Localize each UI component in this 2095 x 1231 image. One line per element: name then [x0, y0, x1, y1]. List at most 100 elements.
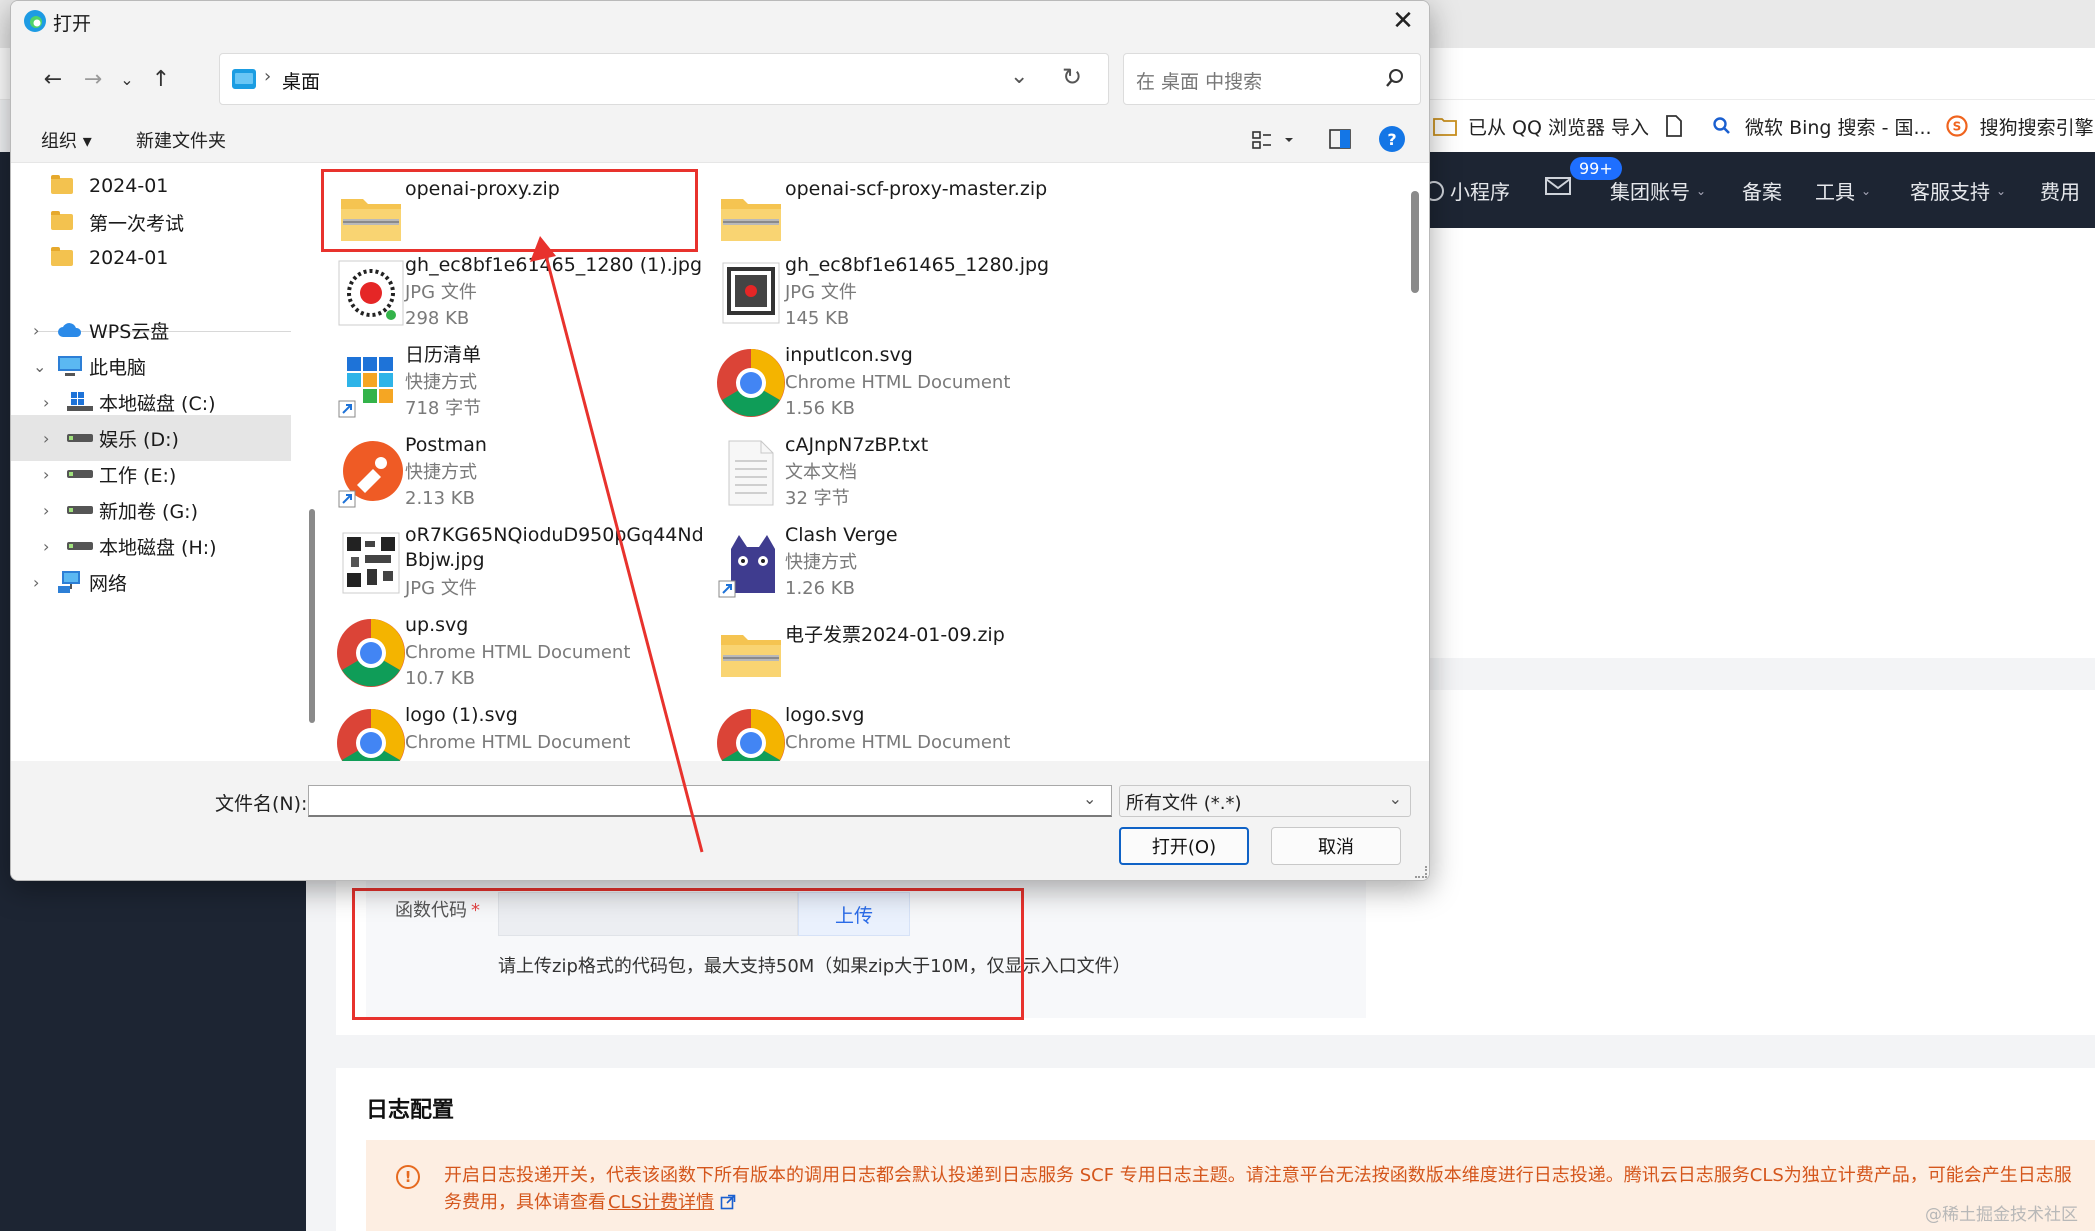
nav-support[interactable]: 客服支持 ⌄ — [1910, 176, 2006, 205]
nav-tools[interactable]: 工具 ⌄ — [1815, 176, 1871, 205]
open-file-dialog: 打开 ✕ ← → ⌄ ↑ › 桌面 ⌄ ↻ 在 桌面 中搜索 组织 ▾ 新建文件… — [10, 0, 1430, 881]
chrome-icon — [717, 709, 785, 761]
cancel-button[interactable]: 取消 — [1271, 827, 1401, 865]
file-type: 快捷方式 — [405, 462, 477, 483]
search-input[interactable]: 在 桌面 中搜索 — [1123, 53, 1421, 105]
bookmark-label: 已从 QQ 浏览器 导入 — [1468, 116, 1650, 139]
nav-mail[interactable] — [1545, 176, 1571, 196]
bookmark-document[interactable] — [1661, 115, 1697, 137]
file-item-postman[interactable]: Postman 快捷方式 2.13 KB — [321, 433, 701, 515]
watermark: @稀土掘金技术社区 — [1925, 1205, 2078, 1225]
cloud-icon — [58, 323, 82, 337]
file-name: inputIcon.svg — [785, 344, 913, 366]
folder-icon — [51, 211, 73, 230]
help-icon[interactable]: ? — [1379, 126, 1405, 152]
nav-item-label: 网络 — [89, 572, 128, 595]
chrome-icon — [337, 709, 405, 761]
file-item-clash-verge[interactable]: Clash Verge 快捷方式 1.26 KB — [701, 523, 1081, 605]
file-item-openai-scf-proxy-master-zip[interactable]: openai-scf-proxy-master.zip — [701, 177, 1081, 259]
file-name: gh_ec8bf1e61465_1280 (1).jpg — [405, 254, 703, 276]
nav-billing[interactable]: 费用 — [2040, 176, 2080, 205]
drive-icon — [67, 470, 93, 478]
zip-folder-icon — [721, 199, 781, 241]
file-item-calendar[interactable]: 日历清单 快捷方式 718 字节 — [321, 343, 701, 425]
dialog-title: 打开 — [53, 13, 92, 35]
search-placeholder: 在 桌面 中搜索 — [1136, 71, 1263, 93]
file-type-filter[interactable]: 所有文件 (*.*) ⌄ — [1119, 785, 1411, 817]
open-button[interactable]: 打开(O) — [1119, 827, 1249, 865]
file-item-inputicon-svg[interactable]: inputIcon.svg Chrome HTML Document 1.56 … — [701, 343, 1081, 425]
nav-label: 费用 — [2040, 180, 2080, 204]
close-icon: ✕ — [1392, 6, 1414, 36]
file-item-invoice-zip[interactable]: 电子发票2024-01-09.zip — [701, 613, 1081, 695]
file-item-logo-svg[interactable]: logo.svg Chrome HTML Document — [701, 703, 1081, 761]
chevron-right-icon[interactable]: › — [43, 393, 49, 412]
chevron-right-icon[interactable]: › — [33, 321, 39, 340]
dialog-navbar: ← → ⌄ ↑ › 桌面 ⌄ ↻ 在 桌面 中搜索 — [11, 41, 1429, 117]
filename-input[interactable] — [308, 785, 1112, 817]
chevron-right-icon[interactable]: › — [43, 465, 49, 484]
mail-icon — [1545, 177, 1571, 195]
bookmarks-bar: 已从 QQ 浏览器 导入 微软 Bing 搜索 - 国... S 搜狗搜索引擎 … — [1420, 100, 2095, 152]
file-name: 日历清单 — [405, 344, 482, 366]
organize-menu[interactable]: 组织 ▾ — [41, 127, 92, 153]
nav-item-label: WPS云盘 — [89, 320, 170, 343]
chrome-icon — [717, 349, 785, 417]
file-size: 32 字节 — [785, 488, 850, 509]
nav-filing[interactable]: 备案 — [1742, 176, 1782, 205]
new-folder-button[interactable]: 新建文件夹 — [136, 127, 226, 153]
preview-pane-icon[interactable] — [1329, 129, 1351, 149]
notification-badge: 99+ — [1570, 157, 1622, 180]
external-link-icon — [720, 1194, 736, 1210]
navigation-pane: 2024-01 第一次考试 2024-01 › WPS云盘 ⌄ 此电脑 › 本地… — [11, 163, 315, 761]
folder-icon — [1432, 115, 1458, 137]
nav-scrollbar[interactable] — [309, 509, 315, 723]
nav-item-label: 本地磁盘 (H:) — [99, 536, 217, 559]
nav-group-account[interactable]: 集团账号 ⌄ — [1610, 176, 1706, 205]
bookmark-qq-import[interactable]: 已从 QQ 浏览器 导入 — [1432, 113, 1649, 140]
chevron-right-icon[interactable]: › — [33, 573, 39, 592]
nav-label: 工具 — [1815, 180, 1855, 204]
up-button[interactable]: ↑ — [141, 59, 181, 99]
nav-mini-program[interactable]: 小程序 — [1424, 176, 1510, 205]
file-type: JPG 文件 — [785, 282, 857, 303]
refresh-icon[interactable]: ↻ — [1062, 63, 1082, 91]
file-type: Chrome HTML Document — [785, 732, 1011, 753]
file-item-gh-jpg-1[interactable]: gh_ec8bf1e61465_1280 (1).jpg JPG 文件 298 … — [321, 253, 702, 335]
bookmark-bing[interactable]: 微软 Bing 搜索 - 国... — [1709, 113, 1932, 140]
file-name: up.svg — [405, 614, 469, 636]
resize-grip[interactable] — [1415, 866, 1427, 878]
nav-item-label: 本地磁盘 (C:) — [99, 392, 216, 415]
address-history-dropdown[interactable]: ⌄ — [1010, 64, 1028, 89]
file-item-gh-jpg-2[interactable]: gh_ec8bf1e61465_1280.jpg JPG 文件 145 KB — [701, 253, 1081, 335]
chevron-right-icon[interactable]: › — [43, 537, 49, 556]
close-button[interactable]: ✕ — [1375, 1, 1429, 41]
address-bar[interactable]: › 桌面 ⌄ ↻ — [219, 53, 1109, 105]
chevron-right-icon[interactable]: › — [43, 501, 49, 520]
log-config-title: 日志配置 — [366, 1098, 455, 1123]
qr-image-icon — [338, 260, 404, 326]
arrow-right-icon: → — [83, 66, 103, 92]
nav-label: 客服支持 — [1910, 180, 1990, 204]
chevron-right-icon[interactable]: › — [43, 429, 49, 448]
nav-item-2024-01-second[interactable]: 2024-01 — [11, 235, 291, 281]
bookmark-sogou[interactable]: S 搜狗搜索引擎 - — [1944, 113, 2095, 140]
nav-item-network[interactable]: › 网络 — [11, 559, 291, 605]
cls-billing-link[interactable]: CLS计费详情 — [608, 1192, 714, 1213]
breadcrumb-location[interactable]: 桌面 — [282, 67, 320, 94]
back-button[interactable]: ← — [33, 59, 73, 99]
chevron-down-icon: ⌄ — [1696, 183, 1707, 198]
file-item-or7kg-jpg[interactable]: oR7KG65NQioduD950pGq44NdBbjw.jpg JPG 文件 — [321, 523, 704, 605]
chevron-down-icon[interactable]: ⌄ — [1083, 789, 1096, 808]
file-type: 文本文档 — [785, 462, 857, 483]
svg-text:S: S — [1952, 120, 1961, 134]
file-item-up-svg[interactable]: up.svg Chrome HTML Document 10.7 KB — [321, 613, 701, 695]
bookmark-label: 搜狗搜索引擎 - — [1979, 116, 2095, 139]
drive-icon — [67, 434, 93, 442]
chevron-down-icon[interactable]: ⌄ — [33, 357, 46, 376]
view-options-icon[interactable] — [1251, 129, 1297, 151]
file-item-txt[interactable]: cAJnpN7zBP.txt 文本文档 32 字节 — [701, 433, 1081, 515]
folder-icon — [51, 175, 73, 194]
file-item-logo1-svg[interactable]: logo (1).svg Chrome HTML Document — [321, 703, 701, 761]
file-list-scrollbar[interactable] — [1411, 191, 1419, 293]
